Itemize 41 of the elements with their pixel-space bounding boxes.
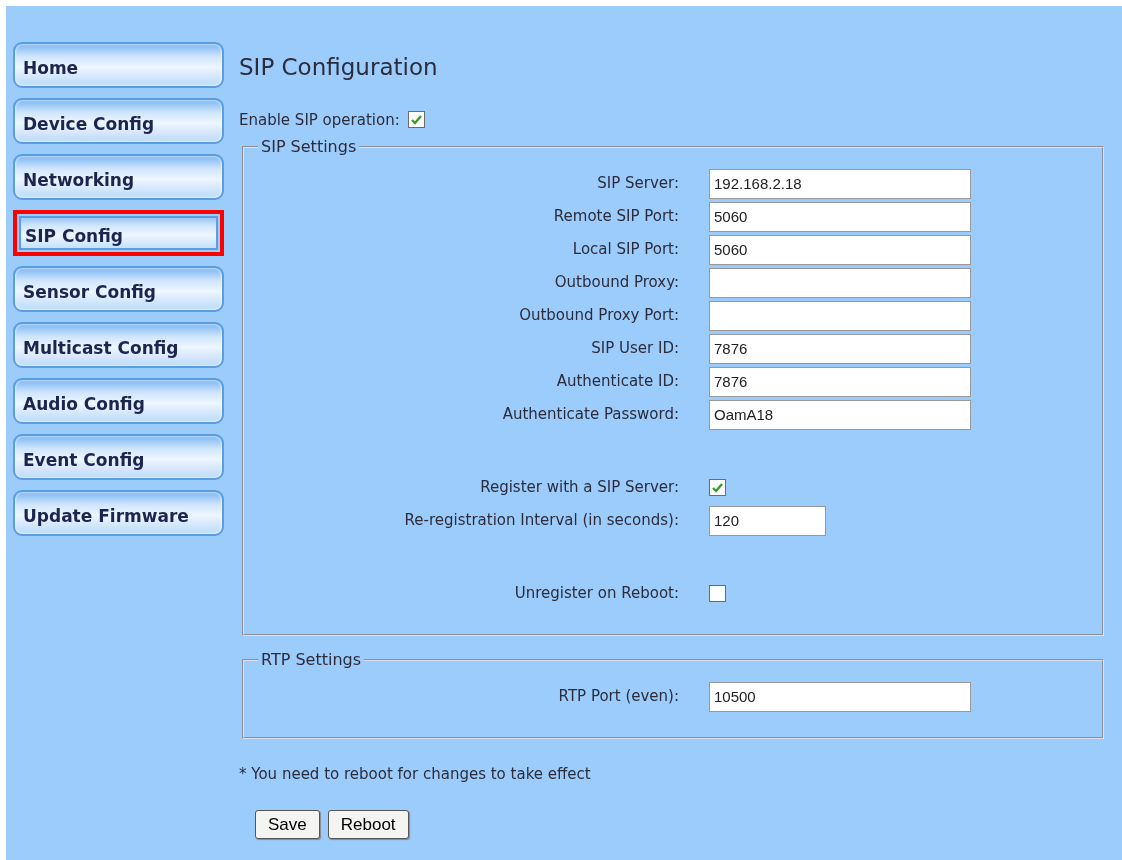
input-field[interactable]: 120 <box>709 505 826 536</box>
field-label: Authenticate Password: <box>501 404 680 426</box>
action-button[interactable]: Reboot <box>327 809 409 839</box>
nav-button[interactable]: Device Config <box>13 98 224 144</box>
nav-button[interactable]: Audio Config <box>13 378 224 424</box>
field-label: Unregister on Reboot: <box>513 583 680 605</box>
field-label: Outbound Proxy: <box>553 272 680 294</box>
field-label: Local SIP Port: <box>571 239 680 261</box>
checkbox-label: Enable SIP operation: <box>239 109 400 131</box>
field-label: Remote SIP Port: <box>552 206 680 228</box>
input-field[interactable]: 7876 <box>709 366 971 397</box>
input-field[interactable]: OamA18 <box>709 399 971 430</box>
input-field[interactable]: 5060 <box>709 201 971 232</box>
page-title: SIP Configuration <box>239 53 439 82</box>
group-legend: RTP Settings <box>258 652 365 668</box>
nav-button[interactable]: Sensor Config <box>13 266 224 312</box>
input-field[interactable]: 5060 <box>709 234 971 265</box>
input-field[interactable] <box>709 267 971 298</box>
field-label: Authenticate ID: <box>555 371 680 393</box>
nav-button[interactable]: Event Config <box>13 434 224 480</box>
field-label: SIP Server: <box>596 173 680 195</box>
input-field[interactable]: 10500 <box>709 681 971 712</box>
input-field[interactable] <box>709 300 971 331</box>
checkbox[interactable] <box>407 111 425 129</box>
nav-button[interactable]: Update Firmware <box>13 490 224 536</box>
note-text: * You need to reboot for changes to take effect <box>239 764 592 785</box>
checkbox[interactable] <box>709 585 726 602</box>
nav-button[interactable]: SIP Config <box>13 210 224 256</box>
field-label: RTP Port (even): <box>557 686 680 708</box>
field-label: Register with a SIP Server: <box>479 477 680 499</box>
field-label: SIP User ID: <box>590 338 680 360</box>
group-legend: SIP Settings <box>258 139 360 155</box>
nav-button[interactable]: Networking <box>13 154 224 200</box>
input-field[interactable]: 7876 <box>709 333 971 364</box>
field-label: Re-registration Interval (in seconds): <box>403 510 680 532</box>
checkbox[interactable] <box>709 479 726 496</box>
nav-button[interactable]: Multicast Config <box>13 322 224 368</box>
input-field[interactable]: 192.168.2.18 <box>709 168 971 199</box>
field-label: Outbound Proxy Port: <box>518 305 680 327</box>
nav-button[interactable]: Home <box>13 42 224 88</box>
action-button[interactable]: Save <box>255 809 320 839</box>
